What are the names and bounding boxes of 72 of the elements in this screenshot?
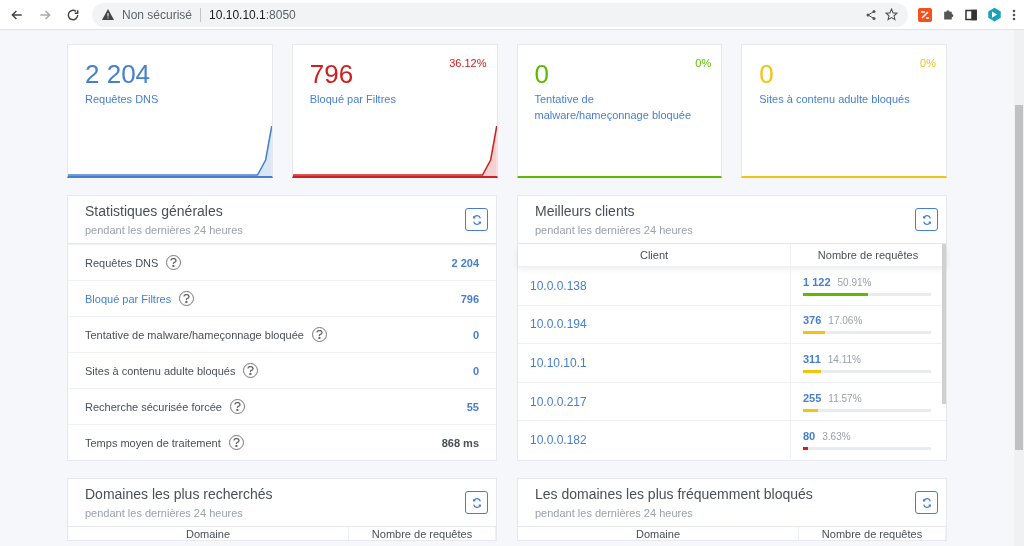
panel-title: Statistiques générales bbox=[85, 203, 224, 219]
stat-value: 796 bbox=[309, 59, 354, 89]
stat-value: 796 bbox=[460, 292, 479, 305]
stat-value: 0 bbox=[472, 328, 479, 341]
star-icon[interactable] bbox=[885, 8, 898, 21]
menu-icon[interactable] bbox=[1012, 8, 1016, 21]
stat-link[interactable]: Bloqué par Filtres bbox=[85, 292, 172, 305]
client-link[interactable]: 10.10.10.1 bbox=[518, 344, 791, 382]
refresh-icon bbox=[471, 497, 482, 508]
request-count: 255 bbox=[803, 391, 822, 404]
panel-subtitle: pendant les dernières 24 heures bbox=[85, 507, 244, 519]
warning-icon bbox=[102, 9, 114, 20]
stat-value: 0 bbox=[759, 59, 774, 89]
stat-value: 2 204 bbox=[451, 256, 479, 269]
refresh-button[interactable] bbox=[915, 491, 938, 514]
request-percent: 3.63% bbox=[822, 431, 851, 443]
column-header: Domaine bbox=[68, 527, 349, 540]
column-header: Client bbox=[518, 244, 791, 266]
puzzle-icon[interactable] bbox=[942, 8, 955, 21]
request-count: 80 bbox=[803, 430, 816, 443]
request-count: 311 bbox=[803, 353, 821, 365]
request-count: 1 122 bbox=[803, 275, 831, 288]
panel-title: Domaines les plus recherchés bbox=[85, 486, 273, 502]
refresh-icon bbox=[471, 214, 482, 225]
address-bar[interactable]: Non sécurisé 10.10.10.1:8050 bbox=[92, 2, 908, 27]
stat-label: Recherche sécurisée forcée bbox=[85, 400, 222, 413]
stat-label: Requêtes DNS bbox=[85, 92, 159, 107]
panel-title: Les domaines les plus fréquemment bloqués bbox=[535, 486, 813, 502]
stat-value: 55 bbox=[466, 400, 479, 413]
sidebar-icon[interactable] bbox=[965, 8, 977, 21]
stat-value: 2 204 bbox=[85, 59, 151, 89]
request-percent: 50.91% bbox=[837, 276, 872, 288]
panel-subtitle: pendant les dernières 24 heures bbox=[85, 224, 243, 236]
stat-percent: 0% bbox=[920, 57, 936, 69]
panel-title: Meilleurs clients bbox=[535, 203, 636, 219]
request-percent: 17.06% bbox=[828, 315, 863, 327]
stat-label: Tentative de malware/hameçonnage bloquée bbox=[534, 92, 693, 123]
stat-label: Tentative de malware/hameçonnage bloquée bbox=[85, 328, 304, 341]
extension-icon[interactable] bbox=[987, 7, 1002, 22]
stat-value: 0 bbox=[534, 59, 549, 89]
refresh-icon bbox=[921, 497, 932, 508]
request-percent: 11.57% bbox=[828, 392, 862, 404]
refresh-button[interactable] bbox=[915, 208, 938, 231]
request-percent: 14.11% bbox=[827, 354, 861, 365]
refresh-button[interactable] bbox=[465, 208, 488, 231]
security-label: Non sécurisé bbox=[122, 7, 202, 22]
panel-subtitle: pendant les dernières 24 heures bbox=[535, 224, 693, 236]
column-header: Nombre de requêtes bbox=[349, 527, 496, 540]
stat-value: 0 bbox=[472, 364, 479, 377]
client-link[interactable]: 10.0.0.182 bbox=[518, 421, 791, 459]
column-header: Domaine bbox=[518, 527, 799, 540]
stat-label: Sites à contenu adulte bloqués bbox=[759, 92, 910, 107]
panel-subtitle: pendant les dernières 24 heures bbox=[535, 507, 694, 519]
client-link[interactable]: 10.0.0.217 bbox=[518, 382, 791, 421]
request-count: 376 bbox=[803, 314, 822, 327]
client-link[interactable]: 10.0.0.194 bbox=[518, 305, 791, 344]
stat-percent: 36.12% bbox=[449, 57, 487, 69]
column-header: Nombre de requêtes bbox=[799, 527, 946, 540]
refresh-icon bbox=[921, 214, 932, 225]
stat-label: Temps moyen de traitement bbox=[85, 436, 221, 449]
stat-label: Requêtes DNS bbox=[85, 256, 159, 269]
client-link[interactable]: 10.0.0.138 bbox=[518, 267, 791, 305]
stat-value: 868 ms bbox=[441, 436, 479, 449]
stat-label: Sites à contenu adulte bloqués bbox=[85, 364, 236, 377]
stat-label: Bloqué par Filtres bbox=[309, 92, 396, 107]
scrollbar[interactable] bbox=[942, 244, 946, 404]
extension-icon[interactable] bbox=[918, 7, 932, 22]
share-icon[interactable] bbox=[865, 8, 877, 21]
page-scrollbar[interactable] bbox=[1014, 30, 1024, 546]
refresh-button[interactable] bbox=[465, 491, 488, 514]
url-text: 10.10.10.1:8050 bbox=[209, 7, 296, 22]
stat-percent: 0% bbox=[695, 57, 712, 69]
